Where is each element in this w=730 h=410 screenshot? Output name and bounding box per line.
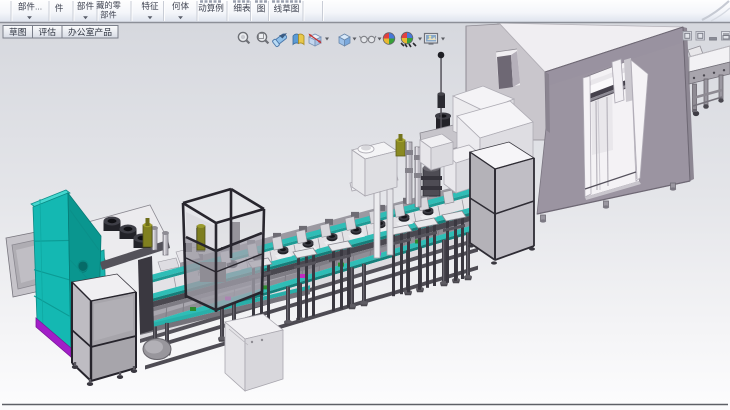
svg-text:办公室产品: 办公室产品 — [68, 26, 112, 37]
svg-text:线草图: 线草图 — [274, 3, 300, 14]
svg-text:部件: 部件 — [100, 10, 116, 20]
svg-text:部件: 部件 — [77, 0, 95, 11]
svg-text:图: 图 — [257, 4, 266, 14]
svg-text:特征: 特征 — [141, 0, 159, 11]
svg-text:何体: 何体 — [172, 0, 190, 11]
svg-text:动算例: 动算例 — [198, 2, 224, 13]
svg-text:评估: 评估 — [38, 26, 56, 37]
svg-text:部件...: 部件... — [18, 1, 42, 12]
svg-text:细表: 细表 — [233, 2, 251, 13]
svg-text:藏的零: 藏的零 — [96, 0, 121, 10]
svg-text:草图: 草图 — [9, 26, 27, 37]
svg-text:件: 件 — [55, 2, 64, 13]
